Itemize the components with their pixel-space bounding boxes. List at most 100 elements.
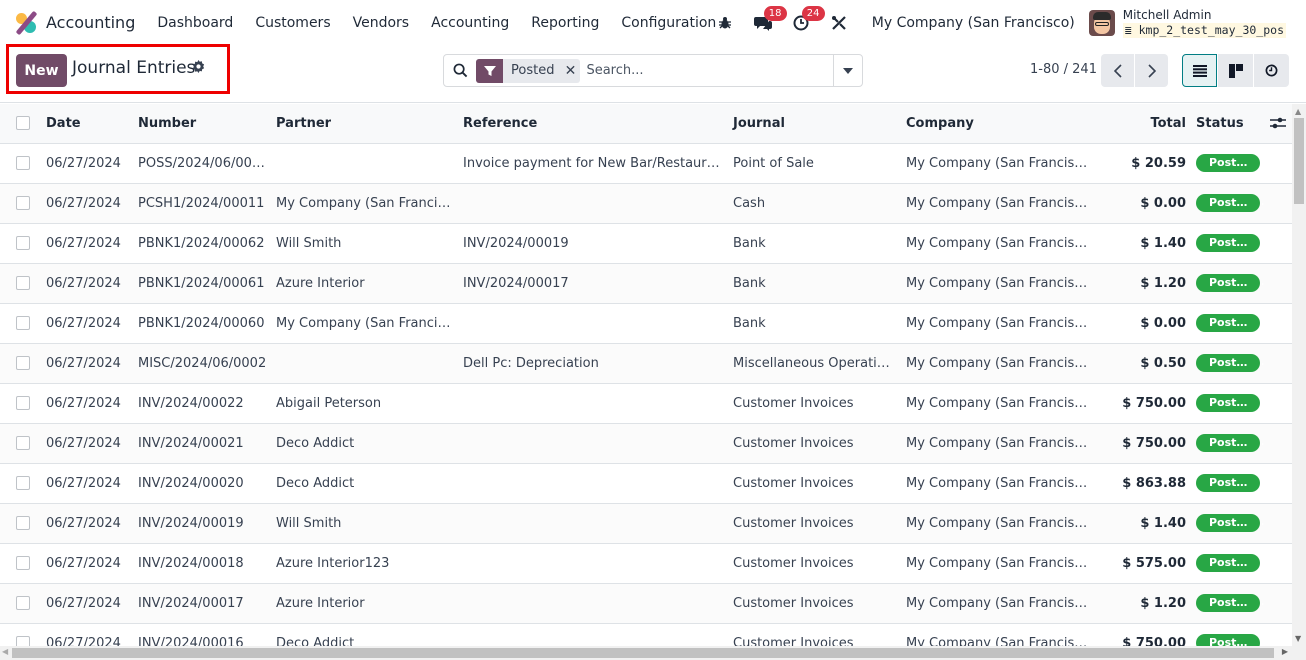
row-checkbox[interactable] xyxy=(16,316,30,330)
table-row[interactable]: 06/27/2024 INV/2024/00019 Will Smith Custom… xyxy=(0,503,1292,544)
cell-total[interactable]: $ 1.20 xyxy=(1096,583,1196,624)
user-avatar[interactable] xyxy=(1088,9,1115,36)
vertical-scrollbar[interactable]: ▲ ▼ xyxy=(1292,104,1306,646)
cell-total[interactable]: $ 1.20 xyxy=(1096,263,1196,304)
cell-status[interactable]: Post… xyxy=(1196,463,1264,504)
debug-bug-icon[interactable] xyxy=(714,12,736,34)
cell-journal[interactable]: Bank xyxy=(733,223,906,264)
gear-icon[interactable] xyxy=(192,60,205,77)
cell-journal[interactable]: Bank xyxy=(733,303,906,344)
table-row[interactable]: 06/27/2024 INV/2024/00021 Deco Addict Custo… xyxy=(0,423,1292,464)
cell-journal[interactable]: Customer Invoices xyxy=(733,383,906,424)
cell-total[interactable]: $ 575.00 xyxy=(1096,543,1196,584)
search-options-chevron-down-icon[interactable] xyxy=(833,55,862,86)
optional-columns-toggle[interactable] xyxy=(1264,104,1292,144)
remove-facet-close-icon[interactable]: ✕ xyxy=(560,59,580,83)
scroll-up-arrow-icon[interactable]: ▲ xyxy=(1295,107,1301,116)
cell-number[interactable]: PBNK1/2024/00062 xyxy=(138,223,276,264)
cell-date[interactable]: 06/27/2024 xyxy=(46,423,138,464)
cell-date[interactable]: 06/27/2024 xyxy=(46,143,138,184)
cell-reference[interactable] xyxy=(463,303,733,344)
cell-reference[interactable] xyxy=(463,583,733,624)
cell-company[interactable]: My Company (San Francis… xyxy=(906,383,1096,424)
cell-company[interactable]: My Company (San Francis… xyxy=(906,543,1096,584)
select-all-checkbox[interactable] xyxy=(16,116,30,131)
new-button[interactable]: New xyxy=(16,54,67,87)
search-input[interactable] xyxy=(586,58,833,83)
cell-partner[interactable]: Azure Interior xyxy=(276,263,463,304)
cell-partner[interactable]: Deco Addict xyxy=(276,623,463,646)
cell-company[interactable]: My Company (San Francis… xyxy=(906,423,1096,464)
cell-status[interactable]: Post… xyxy=(1196,303,1264,344)
cell-number[interactable]: INV/2024/00022 xyxy=(138,383,276,424)
cell-status[interactable]: Post… xyxy=(1196,503,1264,544)
scroll-left-arrow-icon[interactable]: ◀ xyxy=(2,647,8,656)
table-row[interactable]: 06/27/2024 INV/2024/00020 Deco Addict Custo… xyxy=(0,463,1292,504)
cell-partner[interactable]: My Company (San Francis… xyxy=(276,183,463,224)
cell-reference[interactable]: INV/2024/00017 xyxy=(463,263,733,304)
cell-date[interactable]: 06/27/2024 xyxy=(46,583,138,624)
activities-clock-icon[interactable]: 24 xyxy=(790,5,825,34)
menu-dashboard[interactable]: Dashboard xyxy=(157,15,233,31)
horizontal-scroll-thumb[interactable] xyxy=(12,648,1274,658)
cell-company[interactable]: My Company (San Francis… xyxy=(906,223,1096,264)
search-facet-posted[interactable]: Posted ✕ xyxy=(476,58,581,83)
cell-journal[interactable]: Customer Invoices xyxy=(733,623,906,646)
table-row[interactable]: 06/27/2024 INV/2024/00022 Abigail Peterson… xyxy=(0,383,1292,424)
cell-total[interactable]: $ 0.00 xyxy=(1096,183,1196,224)
cell-number[interactable]: INV/2024/00019 xyxy=(138,503,276,544)
search-icon[interactable] xyxy=(444,63,476,78)
cell-journal[interactable]: Customer Invoices xyxy=(733,423,906,464)
cell-company[interactable]: My Company (San Francis… xyxy=(906,303,1096,344)
column-header-reference[interactable]: Reference xyxy=(463,104,733,144)
cell-reference[interactable]: Dell Pc: Depreciation xyxy=(463,343,733,384)
cell-reference[interactable] xyxy=(463,183,733,224)
cell-journal[interactable]: Customer Invoices xyxy=(733,503,906,544)
row-checkbox[interactable] xyxy=(16,516,30,530)
cell-partner[interactable]: Will Smith xyxy=(276,223,463,264)
column-header-journal[interactable]: Journal xyxy=(733,104,906,144)
column-header-company[interactable]: Company xyxy=(906,104,1096,144)
cell-status[interactable]: Post… xyxy=(1196,343,1264,384)
table-row[interactable]: 06/27/2024 POSS/2024/06/00… Invoice paymen… xyxy=(0,143,1292,184)
menu-vendors[interactable]: Vendors xyxy=(353,15,409,31)
cell-journal[interactable]: Customer Invoices xyxy=(733,543,906,584)
cell-status[interactable]: Post… xyxy=(1196,583,1264,624)
list-view-button[interactable] xyxy=(1182,54,1217,87)
vertical-scroll-thumb[interactable] xyxy=(1294,118,1304,204)
cell-journal[interactable]: Cash xyxy=(733,183,906,224)
pager-value[interactable]: 1-80 / 241 xyxy=(1030,62,1097,77)
column-header-total[interactable]: Total xyxy=(1096,104,1196,144)
cell-reference[interactable] xyxy=(463,623,733,646)
cell-status[interactable]: Post… xyxy=(1196,223,1264,264)
cell-reference[interactable] xyxy=(463,463,733,504)
cell-reference[interactable] xyxy=(463,543,733,584)
cell-total[interactable]: $ 1.40 xyxy=(1096,223,1196,264)
pager-previous-button[interactable] xyxy=(1101,54,1134,87)
cell-company[interactable]: My Company (San Francis… xyxy=(906,623,1096,646)
cell-number[interactable]: INV/2024/00021 xyxy=(138,423,276,464)
cell-status[interactable]: Post… xyxy=(1196,143,1264,184)
cell-number[interactable]: MISC/2024/06/0002 xyxy=(138,343,276,384)
cell-reference[interactable] xyxy=(463,383,733,424)
cell-company[interactable]: My Company (San Francis… xyxy=(906,463,1096,504)
cell-date[interactable]: 06/27/2024 xyxy=(46,263,138,304)
cell-journal[interactable]: Customer Invoices xyxy=(733,583,906,624)
row-checkbox[interactable] xyxy=(16,476,30,490)
cell-total[interactable]: $ 1.40 xyxy=(1096,503,1196,544)
cell-date[interactable]: 06/27/2024 xyxy=(46,463,138,504)
cell-reference[interactable] xyxy=(463,503,733,544)
menu-accounting[interactable]: Accounting xyxy=(431,15,509,31)
cell-total[interactable]: $ 0.00 xyxy=(1096,303,1196,344)
table-row[interactable]: 06/27/2024 MISC/2024/06/0002 Dell Pc: Depr… xyxy=(0,343,1292,384)
messages-icon[interactable]: 18 xyxy=(752,5,787,34)
cell-status[interactable]: Post… xyxy=(1196,263,1264,304)
cell-date[interactable]: 06/27/2024 xyxy=(46,303,138,344)
cell-number[interactable]: INV/2024/00018 xyxy=(138,543,276,584)
row-checkbox[interactable] xyxy=(16,396,30,410)
cell-total[interactable]: $ 750.00 xyxy=(1096,423,1196,464)
row-checkbox[interactable] xyxy=(16,276,30,290)
cell-total[interactable]: $ 750.00 xyxy=(1096,383,1196,424)
table-row[interactable]: 06/27/2024 PCSH1/2024/00011 My Company (Sa… xyxy=(0,183,1292,224)
cell-company[interactable]: My Company (San Francis… xyxy=(906,143,1096,184)
